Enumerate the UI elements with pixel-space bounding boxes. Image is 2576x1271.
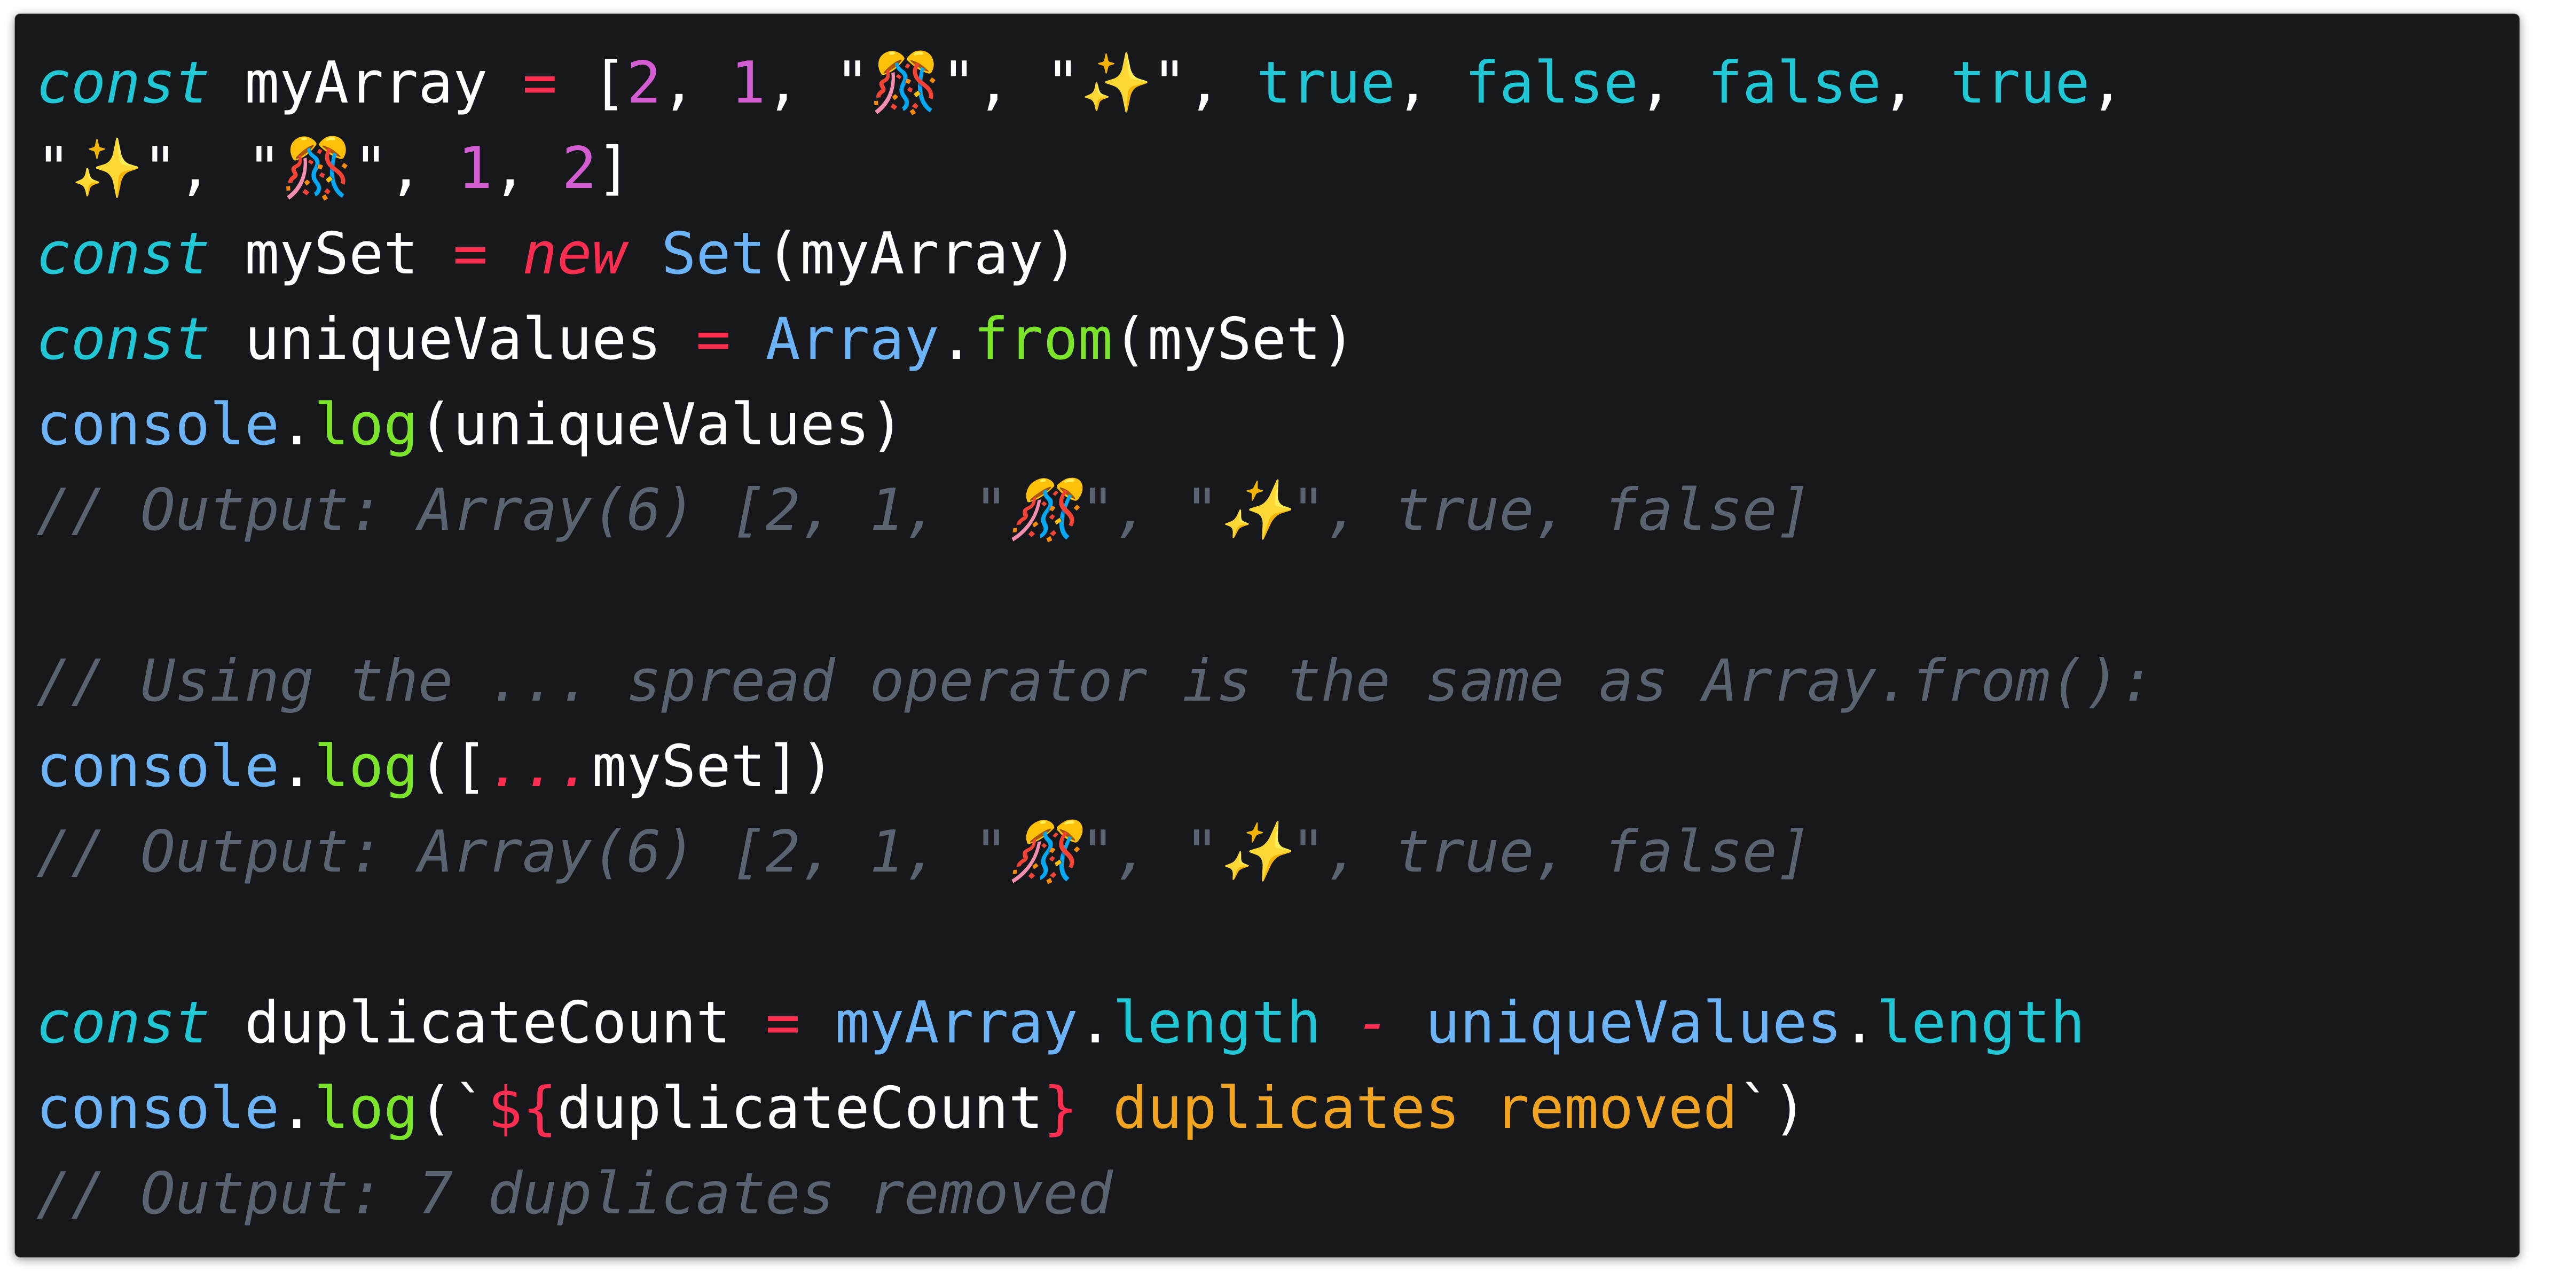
code-token-plain: (mySet) [1112, 306, 1356, 373]
code-token-op: = [522, 50, 557, 116]
code-line[interactable]: const duplicateCount = myArray.length - … [36, 980, 2154, 1066]
code-token-op: = [453, 221, 488, 287]
code-token-bool: false [1464, 50, 1638, 116]
code-token-str: duplicates removed [1078, 1075, 1738, 1142]
code-token-plain: , [661, 50, 731, 116]
code-token-plain: , [2090, 50, 2125, 116]
code-token-cls: myArray [835, 990, 1078, 1056]
code-token-fn: log [314, 391, 419, 458]
code-token-kw: const [36, 990, 210, 1056]
code-token-cmt: // Output: Array(6) [2, 1, "🎊", "✨", tru… [36, 819, 1812, 885]
code-token-fn: from [973, 306, 1113, 373]
code-token-prop: length [1876, 990, 2085, 1056]
code-token-plain: "✨", "🎊", [36, 135, 458, 202]
code-token-prop: length [1112, 990, 1321, 1056]
code-token-cmt: // Using the ... spread operator is the … [36, 648, 2155, 715]
code-token-plain: . [939, 306, 974, 373]
code-token-tpl: ${ [488, 1075, 557, 1142]
code-token-plain: , "🎊", "✨", [765, 50, 1256, 116]
code-token-plain: mySet]) [592, 733, 835, 800]
code-token-plain: ([ [418, 733, 488, 800]
code-token-cls: console [36, 391, 280, 458]
code-token-plain: . [279, 733, 315, 800]
code-token-cls: Array [765, 306, 939, 373]
code-token-cmt: // Output: Array(6) [2, 1, "🎊", "✨", tru… [36, 477, 1812, 544]
code-blank-line[interactable] [36, 553, 2154, 639]
code-token-plain: [ [557, 50, 627, 116]
code-token-plain: . [279, 391, 315, 458]
code-token-plain: . [1842, 990, 1877, 1056]
code-token-num: 1 [731, 50, 766, 116]
code-token-plain: `) [1738, 1075, 1808, 1142]
code-token-plain: (myArray) [765, 221, 1078, 287]
code-token-fn: log [314, 1075, 419, 1142]
code-token-bool: true [1951, 50, 2090, 116]
code-token-plain: duplicateCount [557, 1075, 1043, 1142]
code-line[interactable]: // Using the ... spread operator is the … [36, 639, 2154, 724]
code-token-plain: myArray [210, 50, 523, 116]
code-token-plain: , [1881, 50, 1951, 116]
code-token-plain: uniqueValues [210, 306, 696, 373]
code-line[interactable]: const myArray = [2, 1, "🎊", "✨", true, f… [36, 41, 2154, 126]
code-token-plain: (uniqueValues) [418, 391, 905, 458]
code-token-plain: , [1638, 50, 1708, 116]
code-token-plain: , [492, 135, 562, 202]
code-line[interactable]: console.log(`${duplicateCount} duplicate… [36, 1066, 2154, 1151]
code-token-kw: const [36, 306, 210, 373]
code-token-cls: Set [661, 221, 766, 287]
code-line[interactable]: // Output: Array(6) [2, 1, "🎊", "✨", tru… [36, 468, 2154, 553]
code-token-cls: uniqueValues [1425, 990, 1842, 1056]
code-token-plain: mySet [210, 221, 453, 287]
code-token-op: - [1355, 990, 1391, 1056]
code-token-kw: const [36, 221, 210, 287]
code-token-op: = [696, 306, 731, 373]
code-token-tpl: } [1043, 1075, 1078, 1142]
code-line[interactable]: "✨", "🎊", 1, 2] [36, 126, 2154, 211]
code-token-cls: console [36, 1075, 280, 1142]
code-token-plain: , [1395, 50, 1465, 116]
code-token-plain: . [279, 1075, 315, 1142]
code-editor-window: const myArray = [2, 1, "🎊", "✨", true, f… [15, 14, 2519, 1257]
code-token-new: new [522, 221, 627, 287]
code-token-cls: console [36, 733, 280, 800]
code-token-fn: log [314, 733, 419, 800]
code-token-num: 2 [562, 135, 597, 202]
code-token-plain: (` [418, 1075, 488, 1142]
code-line[interactable]: const mySet = new Set(myArray) [36, 211, 2154, 297]
code-token-op: = [765, 990, 800, 1056]
code-token-kw: const [36, 50, 210, 116]
code-block[interactable]: const myArray = [2, 1, "🎊", "✨", true, f… [36, 41, 2154, 1237]
code-token-plain: . [1078, 990, 1113, 1056]
code-blank-line[interactable] [36, 895, 2154, 980]
code-token-num: 1 [458, 135, 493, 202]
code-line[interactable]: // Output: 7 duplicates removed [36, 1151, 2154, 1237]
code-token-num: 2 [626, 50, 662, 116]
code-token-bool: true [1256, 50, 1395, 116]
code-token-bool: false [1707, 50, 1882, 116]
code-token-plain: duplicateCount [210, 990, 766, 1056]
code-line[interactable]: // Output: Array(6) [2, 1, "🎊", "✨", tru… [36, 810, 2154, 895]
code-line[interactable]: console.log(uniqueValues) [36, 382, 2154, 468]
code-line[interactable]: console.log([...mySet]) [36, 724, 2154, 810]
code-line[interactable]: const uniqueValues = Array.from(mySet) [36, 297, 2154, 382]
code-token-plain: ] [596, 135, 632, 202]
code-token-op: ... [488, 733, 592, 800]
code-token-cmt: // Output: 7 duplicates removed [36, 1160, 1113, 1227]
